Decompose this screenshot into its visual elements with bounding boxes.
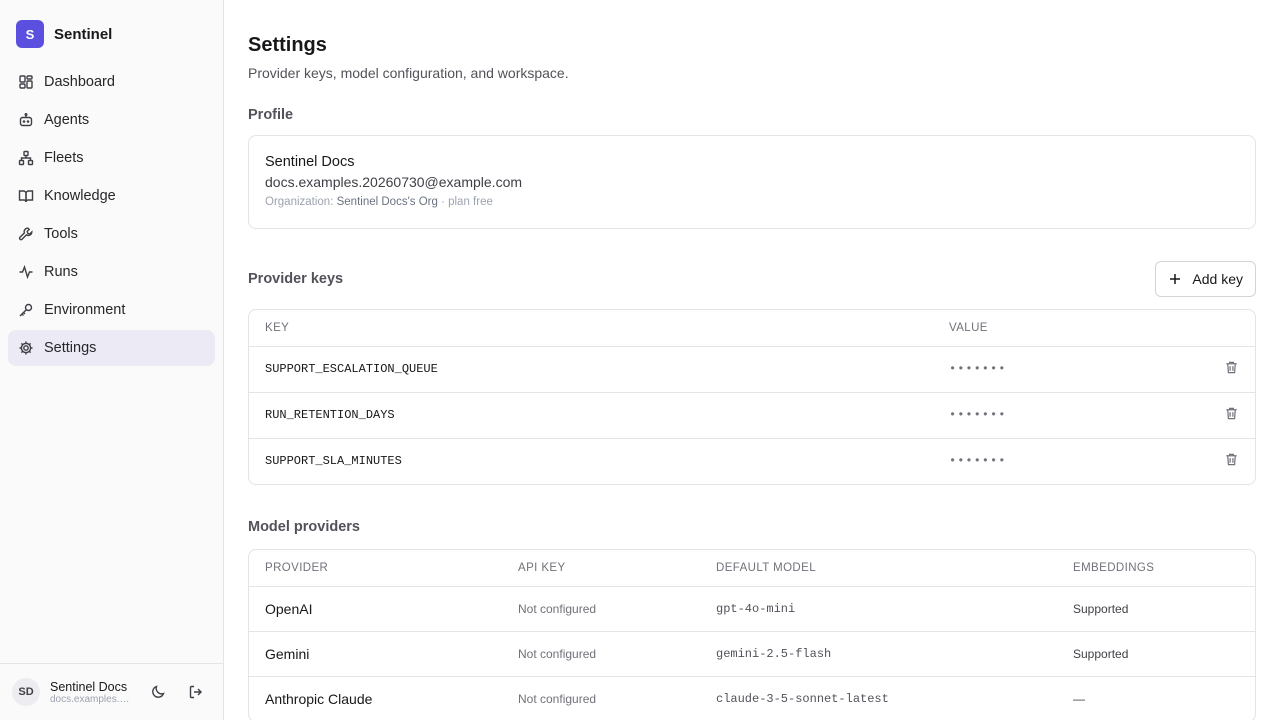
delete-key-button[interactable] — [1224, 406, 1239, 421]
sidebar-item-label: Settings — [44, 340, 97, 356]
table-row: SUPPORT_ESCALATION_QUEUE ••••••• — [249, 346, 1255, 393]
sidebar-item-dashboard[interactable]: Dashboard — [8, 64, 215, 100]
org-label: Organization: — [265, 196, 334, 208]
provider-keys-section-title: Provider keys — [248, 271, 344, 287]
api-key-status: Not configured — [502, 631, 700, 677]
key-icon — [19, 303, 33, 317]
key-name: SUPPORT_SLA_MINUTES — [265, 454, 402, 469]
user-name: Sentinel Docs — [50, 679, 128, 694]
gear-icon — [19, 341, 33, 355]
table-row[interactable]: Anthropic Claude Not configured claude-3… — [249, 676, 1255, 720]
default-model: claude-3-5-sonnet-latest — [716, 691, 889, 706]
provider-name: Anthropic Claude — [265, 690, 373, 707]
sidebar-item-settings[interactable]: Settings — [8, 330, 215, 366]
column-header-key: KEY — [249, 310, 933, 347]
default-model: gpt-4o-mini — [700, 586, 1057, 632]
page-title: Settings — [248, 34, 327, 56]
table-row[interactable]: Gemini Not configured gemini-2.5-flash S… — [249, 631, 1255, 677]
embeddings-status: Supported — [1057, 586, 1255, 632]
sidebar-item-label: Dashboard — [44, 74, 115, 90]
user-email: docs.examples.20260730@example.com — [50, 693, 134, 705]
sidebar-item-agents[interactable]: Agents — [8, 102, 215, 138]
bot-icon — [19, 113, 33, 127]
table-header-row: PROVIDER API KEY DEFAULT MODEL EMBEDDING… — [249, 550, 1255, 587]
plan-label: · plan free — [441, 196, 493, 208]
profile-section-title: Profile — [248, 107, 294, 123]
profile-email: docs.examples.20260730@example.com — [265, 174, 523, 190]
delete-key-button[interactable] — [1224, 360, 1239, 375]
org-name: Sentinel Docs's Org — [336, 196, 438, 208]
sidebar-item-environment[interactable]: Environment — [8, 292, 215, 328]
trash-icon — [1226, 407, 1237, 420]
avatar[interactable]: SD — [12, 678, 40, 706]
network-icon — [18, 150, 34, 166]
user-info: Sentinel Docs docs.examples.20260730@exa… — [50, 680, 134, 705]
logout-button[interactable] — [182, 678, 210, 706]
column-header-default-model: DEFAULT MODEL — [700, 550, 1057, 587]
add-key-label: Add key — [1192, 271, 1243, 287]
table-row: SUPPORT_SLA_MINUTES ••••••• — [249, 438, 1255, 484]
sidebar-item-tools[interactable]: Tools — [8, 216, 215, 252]
default-model: gemini-2.5-flash — [700, 631, 1057, 677]
actions-cell — [1195, 392, 1255, 439]
page-subtitle: Provider keys, model configuration, and … — [248, 65, 569, 81]
profile-card: Sentinel Docs docs.examples.20260730@exa… — [248, 135, 1256, 229]
key-value-masked: ••••••• — [933, 346, 1195, 393]
key-name: RUN_RETENTION_DAYS — [249, 392, 933, 439]
logout-icon — [189, 685, 202, 699]
sidebar-item-label: Tools — [44, 226, 78, 242]
embeddings-status: — — [1073, 691, 1085, 706]
dashboard-icon — [19, 75, 33, 89]
column-header-actions — [1195, 310, 1255, 347]
provider-name: OpenAI — [249, 586, 502, 632]
book-icon — [18, 190, 34, 203]
sidebar: S Sentinel Dashboard Agents Fleets Knowl… — [0, 0, 224, 720]
column-header-provider: PROVIDER — [249, 550, 502, 587]
actions-cell — [1195, 438, 1255, 484]
key-value-masked: ••••••• — [949, 454, 1007, 469]
column-header-api-key: API KEY — [502, 550, 700, 587]
api-key-status: Not configured — [502, 586, 700, 632]
sidebar-footer: SD Sentinel Docs docs.examples.20260730@… — [0, 663, 223, 720]
sidebar-item-label: Agents — [44, 112, 90, 128]
activity-icon — [19, 264, 33, 280]
profile-org: Organization: Sentinel Docs's Org · plan… — [265, 196, 1239, 208]
key-name: SUPPORT_ESCALATION_QUEUE — [249, 346, 933, 393]
sidebar-item-knowledge[interactable]: Knowledge — [8, 178, 215, 214]
sidebar-item-label: Fleets — [44, 150, 84, 166]
brand[interactable]: S Sentinel — [0, 0, 223, 48]
main-content: Settings Provider keys, model configurat… — [224, 0, 1280, 720]
wrench-icon — [18, 227, 33, 241]
trash-icon — [1226, 361, 1237, 374]
brand-logo: S — [16, 20, 44, 48]
delete-key-button[interactable] — [1224, 452, 1239, 467]
brand-name: Sentinel — [54, 25, 113, 43]
model-providers-section-title: Model providers — [248, 519, 360, 535]
actions-cell — [1195, 346, 1255, 393]
profile-name: Sentinel Docs — [265, 154, 355, 170]
table-row: RUN_RETENTION_DAYS ••••••• — [249, 392, 1255, 439]
trash-icon — [1226, 453, 1237, 466]
add-key-button[interactable]: Add key — [1155, 261, 1256, 297]
sidebar-nav: Dashboard Agents Fleets Knowledge Tools … — [0, 48, 223, 366]
moon-icon — [152, 685, 165, 698]
sidebar-item-runs[interactable]: Runs — [8, 254, 215, 290]
provider-keys-header: Provider keys Add key — [248, 261, 1256, 297]
column-header-embeddings: EMBEDDINGS — [1057, 550, 1255, 587]
model-providers-table: PROVIDER API KEY DEFAULT MODEL EMBEDDING… — [248, 549, 1256, 720]
embeddings-status: Supported — [1057, 631, 1255, 677]
sidebar-item-label: Environment — [44, 302, 126, 318]
key-value-masked: ••••••• — [933, 392, 1195, 439]
theme-toggle-button[interactable] — [144, 678, 172, 706]
column-header-value: VALUE — [933, 310, 1195, 347]
plus-icon — [1170, 274, 1181, 284]
sidebar-item-label: Runs — [44, 264, 78, 280]
table-row[interactable]: OpenAI Not configured gpt-4o-mini Suppor… — [249, 586, 1255, 632]
table-header-row: KEY VALUE — [249, 310, 1255, 347]
sidebar-item-fleets[interactable]: Fleets — [8, 140, 215, 176]
sidebar-item-label: Knowledge — [44, 188, 116, 204]
provider-keys-table: KEY VALUE SUPPORT_ESCALATION_QUEUE •••••… — [248, 309, 1256, 485]
provider-name: Gemini — [249, 631, 502, 677]
api-key-status: Not configured — [518, 691, 597, 706]
